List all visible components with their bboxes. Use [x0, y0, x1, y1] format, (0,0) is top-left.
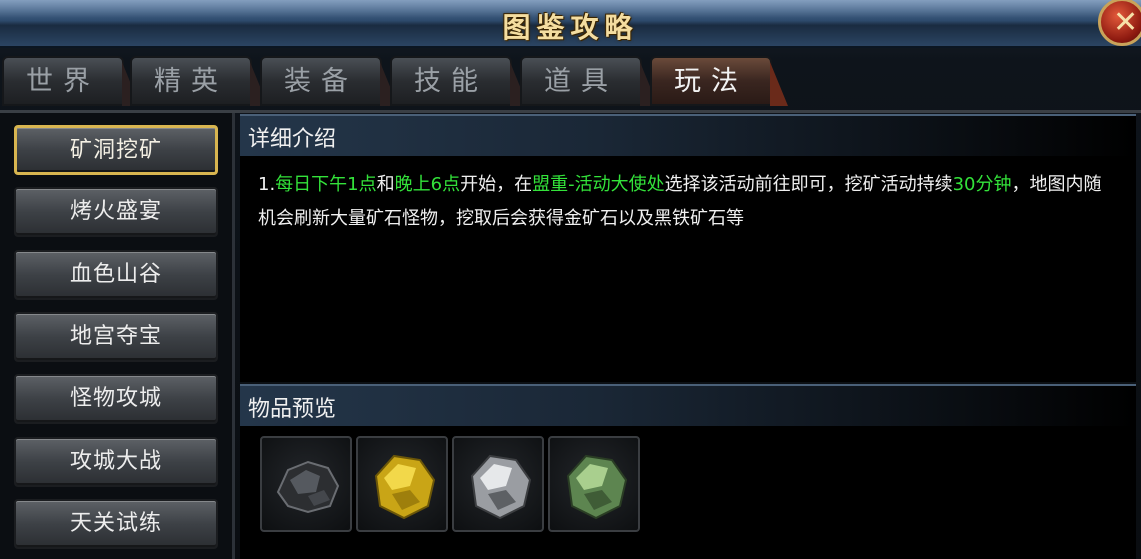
sidebar-item-palace-treasure[interactable]: 地宫夺宝 — [14, 312, 218, 362]
tab-world[interactable]: 世界 — [2, 56, 140, 106]
description-text: 和 — [376, 174, 395, 195]
tab-elite[interactable]: 精英 — [130, 56, 268, 106]
sidebar-item-mining[interactable]: 矿洞挖矿 — [14, 125, 218, 175]
highlight-text: 晚上6点 — [394, 174, 461, 195]
black-iron-ore-icon — [276, 460, 340, 514]
silver-ore-icon — [470, 454, 532, 520]
jade-ore-icon — [566, 454, 628, 520]
activity-sidebar: 矿洞挖矿 烤火盛宴 血色山谷 地宫夺宝 怪物攻城 攻城大战 天关试练 — [0, 113, 235, 559]
title-bar: 图鉴攻略 — [0, 0, 1141, 48]
tab-gameplay[interactable]: 玩法 — [650, 56, 788, 106]
item-slot[interactable] — [548, 436, 640, 532]
tab-skills[interactable]: 技能 — [390, 56, 528, 106]
tab-items[interactable]: 道具 — [520, 56, 658, 106]
highlight-text: 30分钟 — [952, 174, 1012, 195]
item-slot[interactable] — [452, 436, 544, 532]
sidebar-item-monster-siege[interactable]: 怪物攻城 — [14, 374, 218, 424]
preview-heading: 物品预览 — [248, 397, 337, 422]
game-window: 图鉴攻略 ✕ 世界 精英 装备 技能 道具 玩法 矿洞挖矿 烤火盛宴 血色山谷 … — [0, 0, 1141, 559]
close-button[interactable]: ✕ — [1098, 0, 1141, 46]
preview-header: 物品预览 — [240, 384, 1136, 426]
description-text: 选择该活动前往即可，挖矿活动持续 — [664, 174, 953, 195]
sidebar-item-bonfire-feast[interactable]: 烤火盛宴 — [14, 187, 218, 237]
detail-header: 详细介绍 — [240, 114, 1136, 156]
sidebar-item-sky-trial[interactable]: 天关试练 — [14, 499, 218, 549]
item-slot[interactable] — [260, 436, 352, 532]
highlight-text: 盟重-活动大使处 — [532, 174, 665, 195]
gold-ore-icon — [374, 454, 436, 520]
detail-heading: 详细介绍 — [248, 127, 337, 152]
tab-equipment[interactable]: 装备 — [260, 56, 398, 106]
description-text: 1. — [258, 174, 276, 195]
sidebar-item-siege-battle[interactable]: 攻城大战 — [14, 437, 218, 487]
category-tabs: 世界 精英 装备 技能 道具 玩法 — [0, 50, 1141, 113]
item-slot[interactable] — [356, 436, 448, 532]
sidebar-item-blood-valley[interactable]: 血色山谷 — [14, 250, 218, 300]
close-icon: ✕ — [1113, 5, 1139, 40]
window-title: 图鉴攻略 — [502, 11, 639, 44]
activity-description: 1.每日下午1点和晚上6点开始，在盟重-活动大使处选择该活动前往即可，挖矿活动持… — [258, 168, 1118, 236]
highlight-text: 每日下午1点 — [275, 174, 377, 195]
description-text: 开始，在 — [460, 174, 533, 195]
